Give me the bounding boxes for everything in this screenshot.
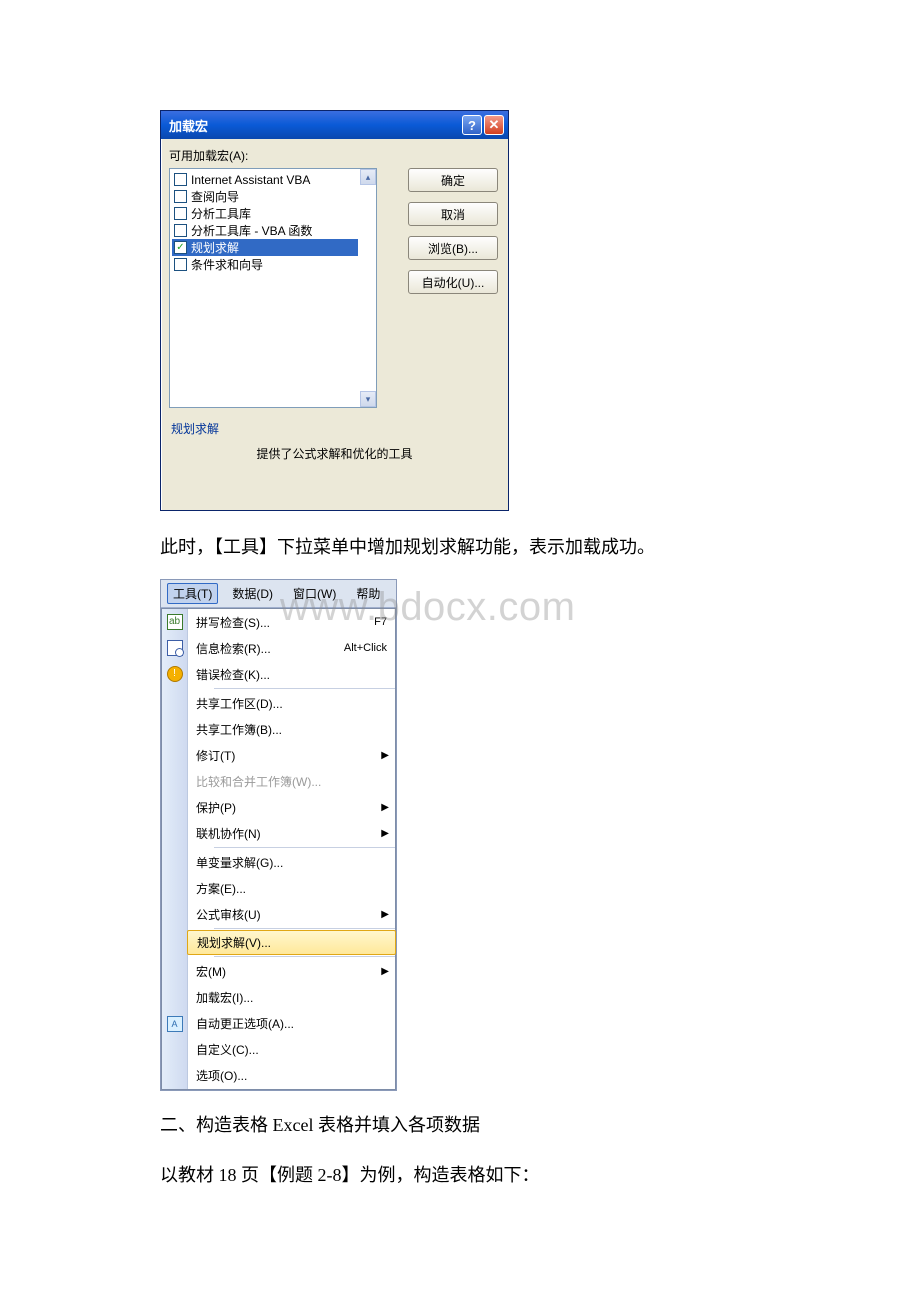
- menu-item-share-workbook[interactable]: 共享工作簿(B)...: [188, 716, 395, 742]
- scroll-up-button[interactable]: ▴: [360, 169, 376, 185]
- menu-item-autocorrect[interactable]: 自动更正选项(A)...: [188, 1010, 395, 1036]
- menu-item-addins[interactable]: 加载宏(I)...: [188, 984, 395, 1010]
- menu-item-formula-auditing[interactable]: 公式审核(U) ▶: [188, 901, 395, 927]
- menu-separator: [214, 688, 395, 689]
- menu-data[interactable]: 数据(D): [226, 583, 279, 604]
- menu-item-label: 自动更正选项(A)...: [196, 1015, 387, 1032]
- menu-separator: [214, 928, 395, 929]
- spellcheck-icon: ab: [167, 614, 183, 630]
- list-item-label: 分析工具库 - VBA 函数: [191, 222, 312, 239]
- menu-item-label: 保护(P): [196, 799, 387, 816]
- menu-item-label: 信息检索(R)...: [196, 640, 340, 657]
- list-item[interactable]: 分析工具库: [172, 205, 358, 222]
- menu-item-goal-seek[interactable]: 单变量求解(G)...: [188, 849, 395, 875]
- menu-item-track-changes[interactable]: 修订(T) ▶: [188, 742, 395, 768]
- menu-item-label: 自定义(C)...: [196, 1041, 387, 1058]
- list-item-label: 查阅向导: [191, 188, 239, 205]
- list-item[interactable]: 条件求和向导: [172, 256, 358, 273]
- menu-item-shared-workspace[interactable]: 共享工作区(D)...: [188, 690, 395, 716]
- tools-menu-screenshot: 工具(T) 数据(D) 窗口(W) 帮助 ab !: [160, 579, 397, 1091]
- paragraph-1: 此时，【工具】下拉菜单中增加规划求解功能，表示加载成功。: [160, 529, 760, 565]
- menu-item-label: 公式审核(U): [196, 906, 387, 923]
- menu-help[interactable]: 帮助: [350, 583, 386, 604]
- checkbox-icon[interactable]: [174, 224, 187, 237]
- menu-item-research[interactable]: 信息检索(R)... Alt+Click: [188, 635, 395, 661]
- menu-item-label: 方案(E)...: [196, 880, 387, 897]
- menu-item-errorcheck[interactable]: 错误检查(K)...: [188, 661, 395, 687]
- research-icon: [167, 640, 183, 656]
- menu-item-label: 选项(O)...: [196, 1067, 387, 1084]
- submenu-arrow-icon: ▶: [381, 802, 389, 813]
- menu-separator: [214, 847, 395, 848]
- help-button[interactable]: ?: [462, 115, 482, 135]
- cancel-button[interactable]: 取消: [408, 202, 498, 226]
- autocorrect-icon: A: [167, 1016, 183, 1032]
- list-item[interactable]: ✓ 规划求解: [172, 239, 358, 256]
- menu-tools[interactable]: 工具(T): [167, 583, 218, 604]
- checkbox-icon[interactable]: [174, 207, 187, 220]
- menu-window[interactable]: 窗口(W): [287, 583, 342, 604]
- addins-listbox[interactable]: ▴ Internet Assistant VBA 查阅向导: [169, 168, 377, 408]
- list-item[interactable]: 分析工具库 - VBA 函数: [172, 222, 358, 239]
- list-item-label: Internet Assistant VBA: [191, 173, 310, 187]
- list-item-label: 条件求和向导: [191, 256, 263, 273]
- menu-item-customize[interactable]: 自定义(C)...: [188, 1036, 395, 1062]
- menu-separator: [214, 956, 395, 957]
- menu-item-compare-merge: 比较和合并工作簿(W)...: [188, 768, 395, 794]
- menu-item-label: 拼写检查(S)...: [196, 614, 370, 631]
- menu-item-solver[interactable]: 规划求解(V)...: [187, 930, 396, 955]
- dialog-titlebar[interactable]: 加载宏 ? ✕: [161, 111, 508, 139]
- menu-item-options[interactable]: 选项(O)...: [188, 1062, 395, 1088]
- menu-item-label: 修订(T): [196, 747, 387, 764]
- list-item-label: 分析工具库: [191, 205, 251, 222]
- checkbox-checked-icon[interactable]: ✓: [174, 241, 187, 254]
- submenu-arrow-icon: ▶: [381, 750, 389, 761]
- menu-item-macro[interactable]: 宏(M) ▶: [188, 958, 395, 984]
- group-name-label: 规划求解: [169, 420, 500, 437]
- menu-bar: 工具(T) 数据(D) 窗口(W) 帮助: [161, 580, 396, 608]
- menu-item-protect[interactable]: 保护(P) ▶: [188, 794, 395, 820]
- available-addins-label: 可用加载宏(A):: [169, 147, 500, 164]
- dialog-title: 加载宏: [169, 116, 460, 135]
- menu-item-label: 错误检查(K)...: [196, 666, 387, 683]
- group-description: 提供了公式求解和优化的工具: [169, 437, 500, 502]
- menu-item-label: 比较和合并工作簿(W)...: [196, 773, 387, 790]
- menu-item-spellcheck[interactable]: 拼写检查(S)... F7: [188, 609, 395, 635]
- scroll-down-button[interactable]: ▾: [360, 391, 376, 407]
- paragraph-2: 二、构造表格 Excel 表格并填入各项数据: [160, 1107, 760, 1143]
- checkbox-icon[interactable]: [174, 258, 187, 271]
- menu-item-online-collaboration[interactable]: 联机协作(N) ▶: [188, 820, 395, 846]
- paragraph-3: 以教材 18 页【例题 2-8】为例，构造表格如下：: [160, 1157, 760, 1193]
- menu-item-accel: F7: [374, 616, 387, 628]
- list-item[interactable]: 查阅向导: [172, 188, 358, 205]
- menu-item-accel: Alt+Click: [344, 642, 387, 654]
- menu-item-label: 单变量求解(G)...: [196, 854, 387, 871]
- checkbox-icon[interactable]: [174, 190, 187, 203]
- menu-item-scenarios[interactable]: 方案(E)...: [188, 875, 395, 901]
- menu-item-label: 共享工作区(D)...: [196, 695, 387, 712]
- browse-button[interactable]: 浏览(B)...: [408, 236, 498, 260]
- close-button[interactable]: ✕: [484, 115, 504, 135]
- menu-item-label: 加载宏(I)...: [196, 989, 387, 1006]
- menu-item-label: 规划求解(V)...: [197, 934, 386, 951]
- checkbox-icon[interactable]: [174, 173, 187, 186]
- tools-dropdown: ab ! A: [161, 608, 396, 1090]
- menu-item-label: 宏(M): [196, 963, 387, 980]
- submenu-arrow-icon: ▶: [381, 966, 389, 977]
- addins-dialog: 加载宏 ? ✕ 可用加载宏(A): ▴ Internet Assistant V…: [160, 110, 509, 511]
- error-check-icon: !: [167, 666, 183, 682]
- menu-item-label: 共享工作簿(B)...: [196, 721, 387, 738]
- menu-icon-column: ab ! A: [162, 609, 188, 1089]
- automation-button[interactable]: 自动化(U)...: [408, 270, 498, 294]
- ok-button[interactable]: 确定: [408, 168, 498, 192]
- menu-item-label: 联机协作(N): [196, 825, 387, 842]
- submenu-arrow-icon: ▶: [381, 909, 389, 920]
- submenu-arrow-icon: ▶: [381, 828, 389, 839]
- list-item[interactable]: Internet Assistant VBA: [172, 171, 358, 188]
- list-item-label: 规划求解: [191, 239, 239, 256]
